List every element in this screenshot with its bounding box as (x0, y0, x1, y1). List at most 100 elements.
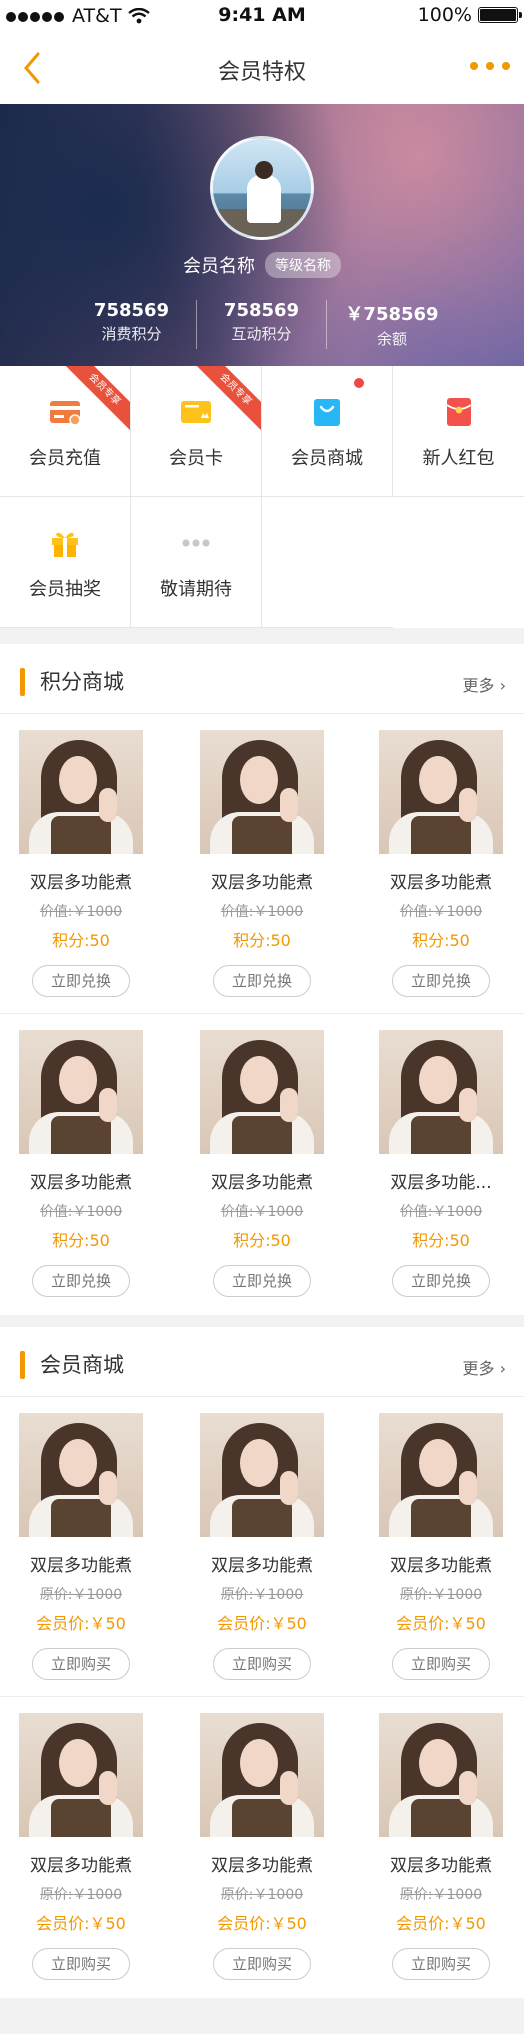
ellipsis-icon (182, 539, 210, 547)
redeem-button[interactable]: 立即兑换 (392, 1265, 490, 1297)
product-image[interactable] (379, 1030, 503, 1154)
section-title: 积分商城 (40, 670, 124, 694)
menu-member-mall[interactable]: 会员商城 (262, 366, 393, 497)
redeem-button[interactable]: 立即兑换 (213, 965, 311, 997)
redeem-button[interactable]: 立即兑换 (32, 965, 130, 997)
menu-new-user-red-packet[interactable]: 新人红包 (393, 366, 524, 497)
menu-label: 会员商城 (291, 448, 363, 469)
product-card[interactable]: 双层多功能煮 原价:￥1000 会员价:￥50 立即购买 (197, 1413, 327, 1680)
product-original-price: 原价:￥1000 (220, 1587, 304, 1603)
product-card[interactable]: 双层多功能煮 原价:￥1000 会员价:￥50 立即购买 (376, 1713, 506, 1980)
product-name: 双层多功能煮 (211, 1173, 313, 1193)
recharge-card-icon (50, 401, 81, 426)
battery-group: 100% (417, 4, 522, 26)
level-badge: 等级名称 (265, 252, 341, 278)
product-name: 双层多功能煮 (390, 1856, 492, 1876)
more-link[interactable]: 更多 › (463, 1355, 507, 1379)
product-image[interactable] (200, 730, 324, 854)
section-title: 会员商城 (40, 1353, 124, 1377)
member-name: 会员名称 (183, 256, 255, 277)
battery-icon (478, 7, 522, 23)
redeem-button[interactable]: 立即兑换 (32, 1265, 130, 1297)
product-image[interactable] (200, 1413, 324, 1537)
redeem-button[interactable]: 立即兑换 (392, 965, 490, 997)
menu-label: 敬请期待 (160, 579, 232, 600)
product-row: 双层多功能煮 价值:￥1000 积分:50 立即兑换 双层多功能煮 价值:￥10… (0, 1014, 524, 1314)
member-stats: 758569 消费积分 758569 互动积分 ￥758569 余额 (0, 300, 524, 349)
stat-interaction-points[interactable]: 758569 互动积分 (197, 300, 327, 349)
product-card[interactable]: 双层多功能煮 原价:￥1000 会员价:￥50 立即购买 (16, 1413, 146, 1680)
product-member-price: 会员价:￥50 (396, 1914, 486, 1933)
product-original-price: 价值:￥1000 (39, 1204, 123, 1220)
points-mall-section: 积分商城 更多 › 双层多功能煮 价值:￥1000 积分:50 立即兑换 双层多… (0, 644, 524, 1315)
avatar[interactable] (210, 136, 314, 240)
battery-percent: 100% (417, 4, 472, 26)
shopping-bag-icon (314, 399, 340, 426)
product-original-price: 价值:￥1000 (39, 904, 123, 920)
product-image[interactable] (379, 1713, 503, 1837)
product-card[interactable]: 双层多功能煮 价值:￥1000 积分:50 立即兑换 (16, 730, 146, 997)
stat-value: 758569 (93, 300, 170, 321)
product-card[interactable]: 双层多功能煮 价值:￥1000 积分:50 立即兑换 (376, 730, 506, 997)
buy-now-button[interactable]: 立即购买 (32, 1648, 130, 1680)
section-accent-bar (20, 1351, 25, 1379)
product-image[interactable] (379, 730, 503, 854)
product-card[interactable]: 双层多功能煮 价值:￥1000 积分:50 立即兑换 (197, 730, 327, 997)
menu-recharge[interactable]: 会员充值 会员专享 (0, 366, 131, 497)
product-member-price: 会员价:￥50 (36, 1614, 126, 1633)
section-header: 积分商城 更多 › (0, 644, 524, 714)
product-card[interactable]: 双层多功能煮 原价:￥1000 会员价:￥50 立即购买 (197, 1713, 327, 1980)
buy-now-button[interactable]: 立即购买 (392, 1648, 490, 1680)
product-original-price: 原价:￥1000 (399, 1887, 483, 1903)
menu-member-card[interactable]: 会员卡 会员专享 (131, 366, 262, 497)
product-card[interactable]: 双层多功能... 价值:￥1000 积分:50 立即兑换 (376, 1030, 506, 1297)
buy-now-button[interactable]: 立即购买 (32, 1948, 130, 1980)
product-name: 双层多功能煮 (390, 1556, 492, 1576)
stat-consume-points[interactable]: 758569 消费积分 (67, 300, 197, 349)
product-name: 双层多功能煮 (30, 873, 132, 893)
menu-lottery[interactable]: 会员抽奖 (0, 497, 131, 628)
product-row: 双层多功能煮 原价:￥1000 会员价:￥50 立即购买 双层多功能煮 原价:￥… (0, 1697, 524, 1997)
product-row: 双层多功能煮 价值:￥1000 积分:50 立即兑换 双层多功能煮 价值:￥10… (0, 714, 524, 1014)
product-image[interactable] (379, 1413, 503, 1537)
product-points-price: 积分:50 (233, 1231, 291, 1250)
menu-label: 会员卡 (169, 448, 223, 469)
product-card[interactable]: 双层多功能煮 原价:￥1000 会员价:￥50 立即购买 (376, 1413, 506, 1680)
stat-value: 758569 (223, 300, 300, 321)
product-points-price: 积分:50 (52, 931, 110, 950)
product-name: 双层多功能煮 (211, 1856, 313, 1876)
buy-now-button[interactable]: 立即购买 (213, 1948, 311, 1980)
member-mall-section: 会员商城 更多 › 双层多功能煮 原价:￥1000 会员价:￥50 立即购买 双… (0, 1327, 524, 1998)
product-original-price: 原价:￥1000 (39, 1887, 123, 1903)
stat-balance[interactable]: ￥758569 余额 (327, 300, 457, 349)
product-image[interactable] (200, 1030, 324, 1154)
buy-now-button[interactable]: 立即购买 (213, 1648, 311, 1680)
product-original-price: 价值:￥1000 (399, 904, 483, 920)
menu-label: 新人红包 (422, 448, 495, 469)
more-options-icon[interactable] (470, 62, 510, 70)
product-member-price: 会员价:￥50 (396, 1614, 486, 1633)
product-name: 双层多功能煮 (211, 1556, 313, 1576)
product-points-price: 积分:50 (412, 1231, 470, 1250)
menu-label: 会员抽奖 (29, 579, 101, 600)
redeem-button[interactable]: 立即兑换 (213, 1265, 311, 1297)
stat-label: 互动积分 (231, 325, 292, 343)
product-image[interactable] (19, 1413, 143, 1537)
product-image[interactable] (19, 1713, 143, 1837)
product-card[interactable]: 双层多功能煮 价值:￥1000 积分:50 立即兑换 (16, 1030, 146, 1297)
section-accent-bar (20, 668, 25, 696)
product-points-price: 积分:50 (52, 1231, 110, 1250)
buy-now-button[interactable]: 立即购买 (392, 1948, 490, 1980)
stat-label: 余额 (376, 330, 407, 348)
product-image[interactable] (19, 730, 143, 854)
product-card[interactable]: 双层多功能煮 价值:￥1000 积分:50 立即兑换 (197, 1030, 327, 1297)
product-card[interactable]: 双层多功能煮 原价:￥1000 会员价:￥50 立即购买 (16, 1713, 146, 1980)
product-name: 双层多功能煮 (30, 1556, 132, 1576)
product-member-price: 会员价:￥50 (217, 1914, 307, 1933)
gift-icon (52, 532, 78, 557)
more-link[interactable]: 更多 › (463, 672, 507, 696)
product-image[interactable] (19, 1030, 143, 1154)
product-image[interactable] (200, 1713, 324, 1837)
menu-coming-soon[interactable]: 敬请期待 (131, 497, 262, 628)
product-points-price: 积分:50 (233, 931, 291, 950)
